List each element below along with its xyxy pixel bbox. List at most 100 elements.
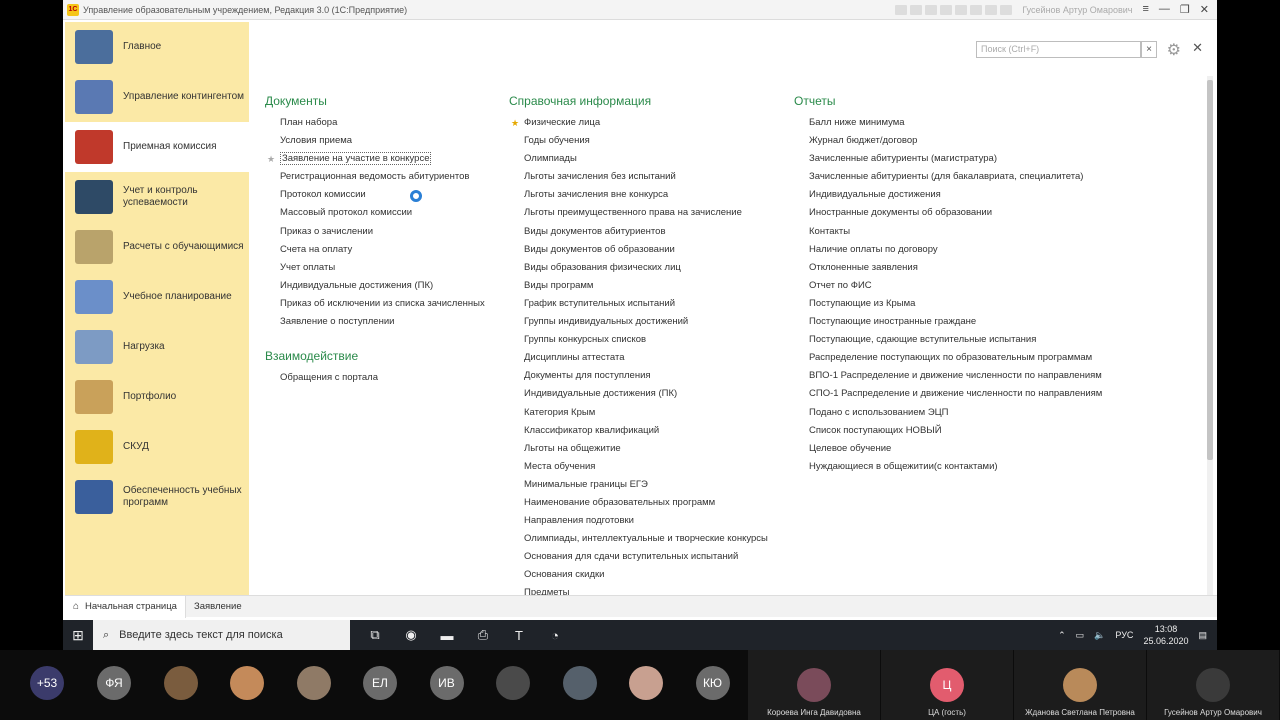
close-window-icon[interactable]: ✕ [1200, 3, 1209, 16]
section-link[interactable]: Дисциплины аттестата [509, 349, 768, 367]
participant-tile[interactable]: Короева Инга Давидовна [748, 650, 880, 720]
sidebar-item[interactable]: Приемная комиссия [65, 122, 249, 172]
section-link[interactable]: Виды программ [509, 277, 768, 295]
section-link[interactable]: Счета на оплату [265, 241, 485, 259]
menu-icon[interactable]: ≡ [1142, 3, 1148, 16]
section-link[interactable]: Индивидуальные достижения (ПК) [265, 277, 485, 295]
sidebar-item[interactable]: Учебное планирование [65, 272, 249, 322]
toolbar-icon[interactable] [940, 4, 953, 15]
tab-application[interactable]: Заявление [186, 596, 250, 618]
section-link[interactable]: Направления подготовки [509, 512, 768, 530]
volume-icon[interactable]: 🔈 [1094, 630, 1105, 641]
restore-icon[interactable]: ❐ [1180, 3, 1190, 16]
section-link[interactable]: Наличие оплаты по договору [794, 241, 1102, 259]
section-link[interactable]: ★ Физические лица [509, 114, 768, 132]
user-name[interactable]: Гусейнов Артур Омарович [1022, 5, 1132, 15]
section-link[interactable]: Группы индивидуальных достижений [509, 313, 768, 331]
participant-avatar[interactable] [296, 666, 331, 700]
section-link[interactable]: ВПО-1 Распределение и движение численнос… [794, 367, 1102, 385]
more-participants-badge[interactable]: +53 [30, 666, 64, 700]
sidebar-item[interactable]: Учет и контроль успеваемости [65, 172, 249, 222]
section-link[interactable]: СПО-1 Распределение и движение численнос… [794, 385, 1102, 403]
participant-avatar[interactable]: ИВ [429, 666, 464, 700]
section-link[interactable]: Виды документов об образовании [509, 241, 768, 259]
section-link[interactable]: Условия приема [265, 132, 485, 150]
vertical-scrollbar[interactable] [1207, 76, 1213, 596]
participant-avatar[interactable] [496, 666, 530, 700]
section-link[interactable]: Наименование образовательных программ [509, 494, 768, 512]
section-link[interactable]: Категория Крым [509, 404, 768, 422]
sidebar-item[interactable]: Портфолио [65, 372, 249, 422]
gear-icon[interactable]: ⚙ [1167, 40, 1181, 60]
participant-tile[interactable]: Гусейнов Артур Омарович [1147, 650, 1279, 720]
notifications-icon[interactable]: ▤ [1198, 630, 1207, 641]
section-link[interactable]: Льготы зачисления без испытаний [509, 168, 768, 186]
teams-icon[interactable]: T [504, 620, 534, 650]
section-link[interactable]: Места обучения [509, 458, 768, 476]
participant-avatar[interactable]: ФЯ [97, 666, 131, 700]
section-link[interactable]: Документы для поступления [509, 367, 768, 385]
section-link[interactable]: Олимпиады, интеллектуальные и творческие… [509, 530, 768, 548]
sidebar-item[interactable]: Управление контингентом [65, 72, 249, 122]
section-link[interactable]: Группы конкурсных списков [509, 331, 768, 349]
section-link[interactable]: Льготы зачисления вне конкурса [509, 186, 768, 204]
section-link[interactable]: Льготы на общежитие [509, 440, 768, 458]
chrome-icon[interactable]: ◉ [396, 620, 426, 650]
section-link[interactable]: Журнал бюджет/договор [794, 132, 1102, 150]
section-link[interactable]: Минимальные границы ЕГЭ [509, 476, 768, 494]
participant-avatar[interactable]: ЕЛ [363, 666, 397, 700]
section-link[interactable]: Зачисленные абитуриенты (для бакалавриат… [794, 168, 1102, 186]
participant-avatar[interactable] [562, 666, 597, 700]
section-link[interactable]: Индивидуальные достижения [794, 186, 1102, 204]
section-link[interactable]: Массовый протокол комиссии [265, 204, 485, 222]
section-link[interactable]: Список поступающих НОВЫЙ [794, 422, 1102, 440]
toolbar-icon[interactable] [910, 4, 923, 15]
toolbar-icon[interactable] [925, 4, 938, 15]
minimize-icon[interactable]: — [1159, 3, 1170, 16]
network-icon[interactable]: ▭ [1076, 630, 1085, 641]
toolbar-icon[interactable] [985, 4, 998, 15]
toolbar-icon[interactable] [895, 4, 908, 15]
windows-start-icon[interactable]: ⊞ [63, 620, 93, 650]
section-link[interactable]: Приказ об исключении из списка зачисленн… [265, 295, 485, 313]
section-link[interactable]: Поступающие, сдающие вступительные испыт… [794, 331, 1102, 349]
section-link[interactable]: Приказ о зачислении [265, 223, 485, 241]
participant-avatar[interactable] [230, 666, 264, 700]
language-indicator[interactable]: РУС [1115, 630, 1133, 640]
search-input[interactable]: Поиск (Ctrl+F) [976, 41, 1141, 58]
section-link[interactable]: График вступительных испытаний [509, 295, 768, 313]
printer-icon[interactable]: ⎙ [468, 620, 498, 650]
participant-tile[interactable]: Жданова Светлана Петровна [1014, 650, 1146, 720]
close-section-icon[interactable]: ✕ [1192, 40, 1203, 56]
file-explorer-icon[interactable]: ▬ [432, 620, 462, 650]
section-link[interactable]: Классификатор квалификаций [509, 422, 768, 440]
section-link[interactable]: Поступающие иностранные граждане [794, 313, 1102, 331]
section-link[interactable]: Регистрационная ведомость абитуриентов [265, 168, 485, 186]
clock[interactable]: 13:08 25.06.2020 [1143, 623, 1188, 647]
sidebar-item[interactable]: Главное [65, 22, 249, 72]
participant-avatar[interactable] [629, 666, 663, 700]
toolbar-icon[interactable] [1000, 4, 1013, 15]
1c-app-icon[interactable]: ◔ [540, 620, 570, 650]
toolbar-icon[interactable] [955, 4, 968, 15]
section-link[interactable]: Основания скидки [509, 566, 768, 584]
section-link[interactable]: План набора [265, 114, 485, 132]
section-link[interactable]: Подано с использованием ЭЦП [794, 404, 1102, 422]
tab-home[interactable]: ⌂ Начальная страница [65, 595, 186, 618]
section-link[interactable]: Поступающие из Крыма [794, 295, 1102, 313]
section-link[interactable]: Контакты [794, 223, 1102, 241]
section-link[interactable]: Льготы преимущественного права на зачисл… [509, 204, 768, 222]
sidebar-item[interactable]: Расчеты с обучающимися [65, 222, 249, 272]
section-link[interactable]: Целевое обучение [794, 440, 1102, 458]
section-link[interactable]: Распределение поступающих по образовател… [794, 349, 1102, 367]
section-link[interactable]: Отклоненные заявления [794, 259, 1102, 277]
section-link[interactable]: ★ Заявление на участие в конкурсе [265, 150, 485, 168]
toolbar-icon[interactable] [970, 4, 983, 15]
favorite-star-icon[interactable]: ★ [511, 114, 519, 132]
section-link[interactable]: Отчет по ФИС [794, 277, 1102, 295]
participant-avatar[interactable] [163, 666, 198, 700]
participant-tile[interactable]: Ц ЦА (гость) [881, 650, 1013, 720]
section-link[interactable]: Протокол комиссии [265, 186, 485, 204]
section-link[interactable]: Балл ниже минимума [794, 114, 1102, 132]
section-link[interactable]: Учет оплаты [265, 259, 485, 277]
